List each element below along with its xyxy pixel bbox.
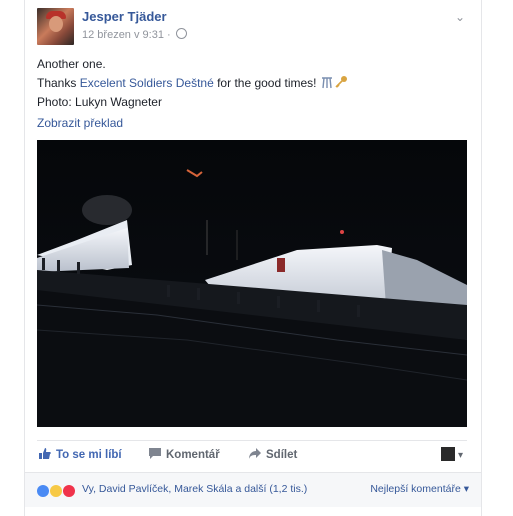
post-photo[interactable] [37, 140, 467, 427]
translate-link[interactable]: Zobrazit překlad [37, 116, 123, 130]
post-text-line-2: Thanks Excelent Soldiers Deštné for the … [37, 74, 467, 93]
best-comments-selector[interactable]: Nejlepší komentáře ▾ [370, 483, 469, 495]
photo-scene [37, 140, 467, 427]
post-header: Jesper Tjäder 12 březen v 9:31 · ⌄ [37, 8, 467, 48]
page-link[interactable]: Excelent Soldiers Deštné [80, 76, 214, 90]
ski-emoji-icon [321, 77, 332, 89]
page-avatar-icon [440, 447, 455, 461]
post-card: Jesper Tjäder 12 březen v 9:31 · ⌄ Anoth… [24, 0, 482, 516]
share-arrow-icon [249, 448, 261, 459]
like-label: To se mi líbí [56, 449, 122, 461]
author-name[interactable]: Jesper Tjäder [82, 9, 167, 24]
post-text: Another one. Thanks Excelent Soldiers De… [37, 55, 467, 112]
post-text-line-3: Photo: Lukyn Wagneter [37, 95, 162, 109]
thumbs-up-icon [39, 448, 51, 459]
avatar[interactable] [37, 8, 74, 45]
comment-icon [149, 448, 161, 459]
reactions-bar: Vy, David Pavlíček, Marek Skála a další … [25, 472, 481, 507]
comment-label: Komentář [166, 449, 220, 461]
chevron-down-icon[interactable]: ⌄ [455, 10, 465, 24]
post-actions-bar: To se mi líbí Komentář Sdílet ▾ [37, 440, 467, 469]
post-meta: 12 březen v 9:31 · [82, 28, 187, 41]
post-text-line-1: Another one. [37, 57, 106, 71]
timestamp[interactable]: 12 březen v 9:31 · [82, 29, 171, 41]
like-reaction-icon[interactable] [37, 485, 49, 497]
comment-button[interactable]: Komentář [149, 448, 220, 461]
key-emoji-icon [335, 76, 347, 88]
like-button[interactable]: To se mi líbí [39, 448, 122, 461]
globe-icon [175, 28, 187, 39]
wow-reaction-icon[interactable] [50, 485, 62, 497]
share-label: Sdílet [266, 449, 298, 461]
love-reaction-icon[interactable] [63, 485, 75, 497]
share-as-selector[interactable]: ▾ [440, 447, 463, 461]
reaction-names[interactable]: Vy, David Pavlíček, Marek Skála a další … [82, 483, 307, 495]
share-button[interactable]: Sdílet [249, 448, 297, 461]
